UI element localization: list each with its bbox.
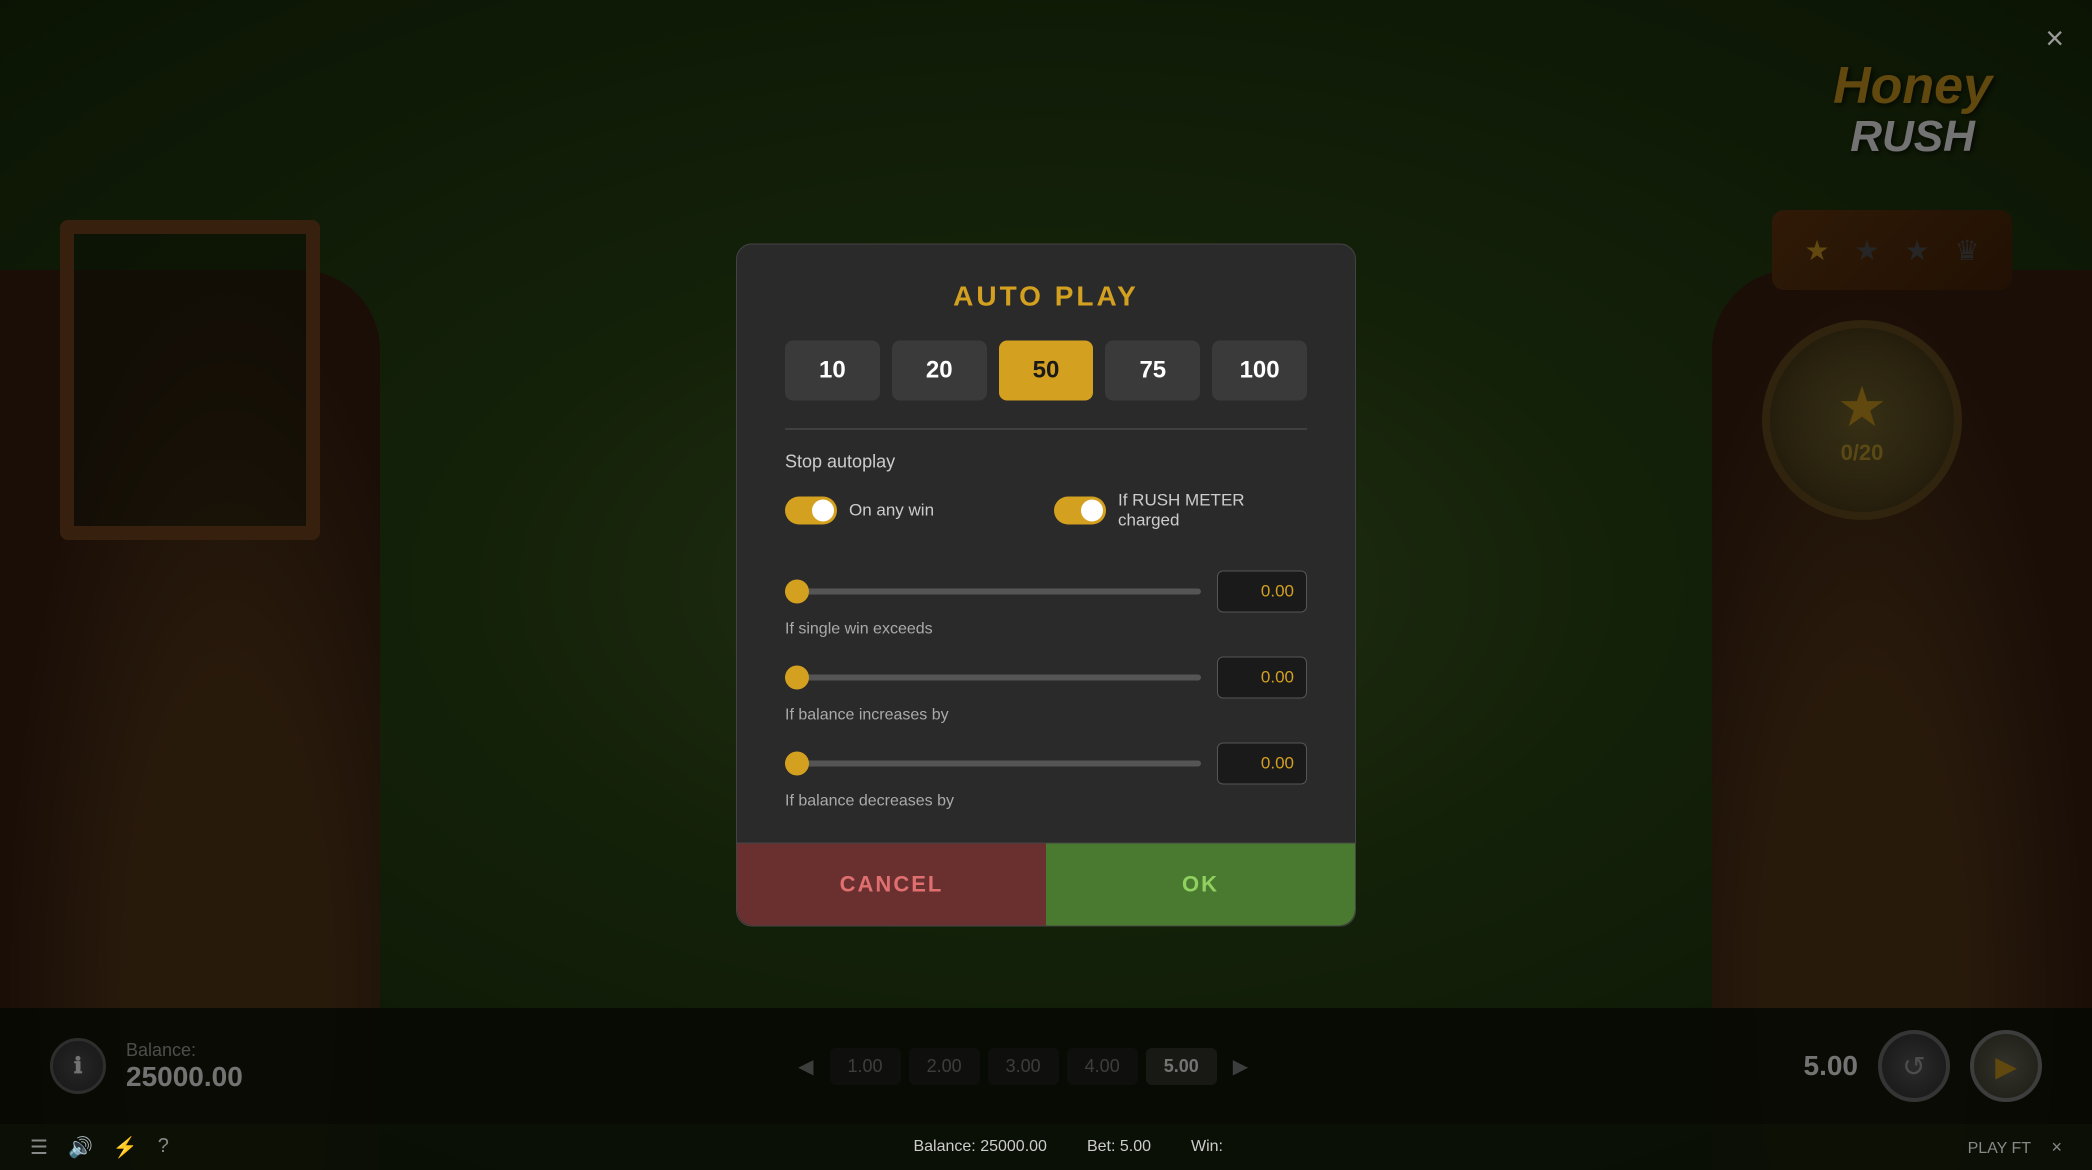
autoplay-modal: AUTO PLAY 10 20 50 75 100 Stop autoplay … [736,244,1356,927]
menu-icon[interactable]: ☰ [30,1135,48,1160]
spin-btn-75[interactable]: 75 [1105,341,1200,401]
slider-row-2: 0.00 [785,657,1307,699]
slider-2-value: 0.00 [1217,657,1307,699]
slider-1-value: 0.00 [1217,571,1307,613]
slider-3-track-wrap [785,761,1201,767]
slider-1-label: If single win exceeds [785,621,1307,639]
toggle-rush-meter[interactable] [1054,497,1106,525]
status-close-icon[interactable]: × [2051,1137,2062,1157]
ok-button[interactable]: OK [1046,844,1355,926]
toggle-on-any-win[interactable] [785,497,837,525]
slider-2-track-wrap [785,675,1201,681]
sound-icon[interactable]: 🔊 [68,1135,93,1160]
slider-1-thumb[interactable] [785,580,809,604]
slider-3-value: 0.00 [1217,743,1307,785]
close-button[interactable]: × [2045,20,2064,57]
divider-1 [785,429,1307,430]
slider-row-1: 0.00 [785,571,1307,613]
spin-btn-20[interactable]: 20 [892,341,987,401]
spin-btn-100[interactable]: 100 [1212,341,1307,401]
toggle-any-win-label: On any win [849,501,934,521]
slider-3-thumb[interactable] [785,752,809,776]
toggle-group-rush-meter: If RUSH METER charged [1054,491,1307,531]
modal-footer: CANCEL OK [737,843,1355,926]
cancel-button[interactable]: CANCEL [737,844,1046,926]
spin-count-buttons: 10 20 50 75 100 [785,341,1307,401]
slider-3-track [785,761,1201,767]
spin-btn-50[interactable]: 50 [999,341,1094,401]
status-bar: ☰ 🔊 ⚡ ? Balance: 25000.00 Bet: 5.00 Win:… [0,1124,2092,1170]
toggle-group-any-win: On any win [785,497,1038,525]
slider-2-label: If balance increases by [785,707,1307,725]
status-center: Balance: 25000.00 Bet: 5.00 Win: [913,1138,1223,1156]
slider-row-3: 0.00 [785,743,1307,785]
help-icon[interactable]: ? [158,1135,169,1160]
toggle-rush-meter-label: If RUSH METER charged [1118,491,1307,531]
slider-1-track [785,589,1201,595]
slider-1-track-wrap [785,589,1201,595]
slider-2-track [785,675,1201,681]
sliders-section: 0.00 If single win exceeds 0.00 If balan… [785,571,1307,811]
stop-autoplay-label: Stop autoplay [785,452,1307,473]
status-right: PLAY FT × [1968,1137,2062,1158]
status-bet: Bet: 5.00 [1087,1138,1151,1156]
status-balance: Balance: 25000.00 [913,1138,1046,1156]
toggle-row: On any win If RUSH METER charged [785,491,1307,531]
modal-title: AUTO PLAY [785,281,1307,313]
spin-btn-10[interactable]: 10 [785,341,880,401]
bolt-icon[interactable]: ⚡ [113,1135,138,1160]
modal-body: AUTO PLAY 10 20 50 75 100 Stop autoplay … [737,245,1355,811]
play-ft-label: PLAY FT [1968,1140,2031,1157]
slider-3-label: If balance decreases by [785,793,1307,811]
status-win: Win: [1191,1138,1223,1156]
slider-2-thumb[interactable] [785,666,809,690]
status-left-icons: ☰ 🔊 ⚡ ? [30,1135,169,1160]
